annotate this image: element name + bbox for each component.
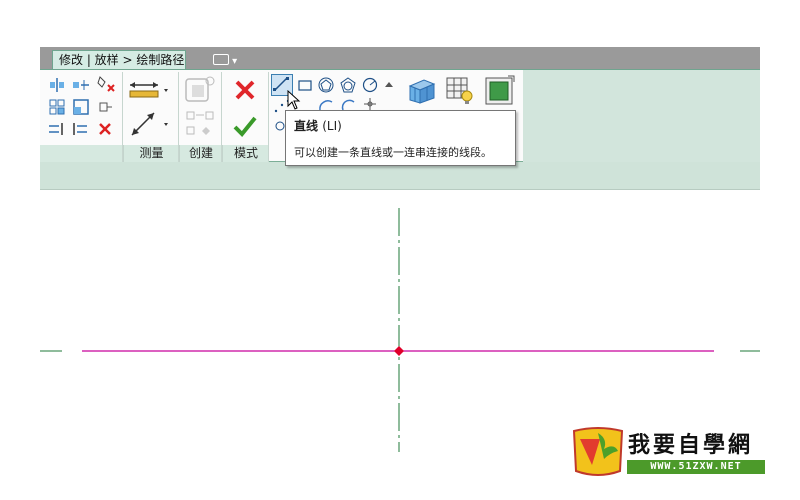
create-similar-icon[interactable] xyxy=(183,108,217,138)
tooltip-title-text: 直线 xyxy=(294,119,319,133)
panel-label-measure: 测量 xyxy=(123,145,179,162)
watermark-url: WWW.51ZXW.NET xyxy=(627,460,765,474)
center-end-arc-icon[interactable] xyxy=(339,97,357,111)
scroll-up-icon[interactable] xyxy=(383,77,395,93)
cancel-edit-mode-button[interactable] xyxy=(230,76,260,104)
measure-aligned-icon[interactable] xyxy=(127,108,171,140)
work-plane-viewer-icon[interactable] xyxy=(483,73,517,107)
inscribed-polygon-icon[interactable] xyxy=(317,75,335,95)
array-icon[interactable] xyxy=(47,98,67,116)
cancel-x-icon xyxy=(235,80,255,100)
ribbon-empty-area xyxy=(523,69,760,163)
work-plane-grid-icon[interactable] xyxy=(404,74,438,106)
circle-icon[interactable] xyxy=(361,75,379,95)
logo-emblem-icon xyxy=(572,427,624,476)
panel-label-create: 创建 xyxy=(179,145,222,162)
scale-icon[interactable] xyxy=(71,98,91,116)
panel-label-mode: 模式 xyxy=(222,145,269,162)
checkmark-icon xyxy=(233,116,257,137)
show-work-plane-icon[interactable] xyxy=(444,74,476,106)
panel-label-modify xyxy=(40,145,122,162)
tooltip-title: 直线 (LI) xyxy=(294,117,507,134)
watermark-logo: 我要自學網 WWW.51ZXW.NET xyxy=(570,425,766,480)
line-tooltip: 直线 (LI) 可以创建一条直线或一连串连接的线段。 xyxy=(285,110,516,166)
measure-distance-icon[interactable] xyxy=(127,78,171,104)
offset-icon[interactable] xyxy=(71,76,91,94)
tooltip-description: 可以创建一条直线或一连串连接的线段。 xyxy=(294,146,492,159)
arc-icon[interactable] xyxy=(317,97,335,111)
reference-planes xyxy=(40,208,760,452)
context-tab-modify-sweep-path[interactable]: 修改 | 放样 > 绘制路径 xyxy=(52,50,186,69)
ribbon-minimize-toggle[interactable]: ▾ xyxy=(213,53,243,67)
delete-icon[interactable] xyxy=(95,120,115,138)
split-icon[interactable] xyxy=(47,120,67,138)
tooltip-shortcut: (LI) xyxy=(322,119,342,133)
mouse-cursor-icon xyxy=(287,90,301,110)
finish-edit-mode-button[interactable] xyxy=(230,112,260,140)
create-group-icon[interactable] xyxy=(183,74,217,104)
minimize-ribbon-icon xyxy=(213,54,229,65)
align-icon[interactable] xyxy=(47,76,67,94)
watermark-title: 我要自學網 xyxy=(628,433,754,458)
panel-divider xyxy=(268,72,269,162)
trim-icon[interactable] xyxy=(71,120,91,138)
options-bar xyxy=(40,162,760,190)
pin-icon[interactable] xyxy=(95,98,115,116)
center-point-marker[interactable] xyxy=(394,346,404,356)
circumscribed-polygon-icon[interactable] xyxy=(339,75,357,95)
unpin-icon[interactable] xyxy=(95,74,117,94)
